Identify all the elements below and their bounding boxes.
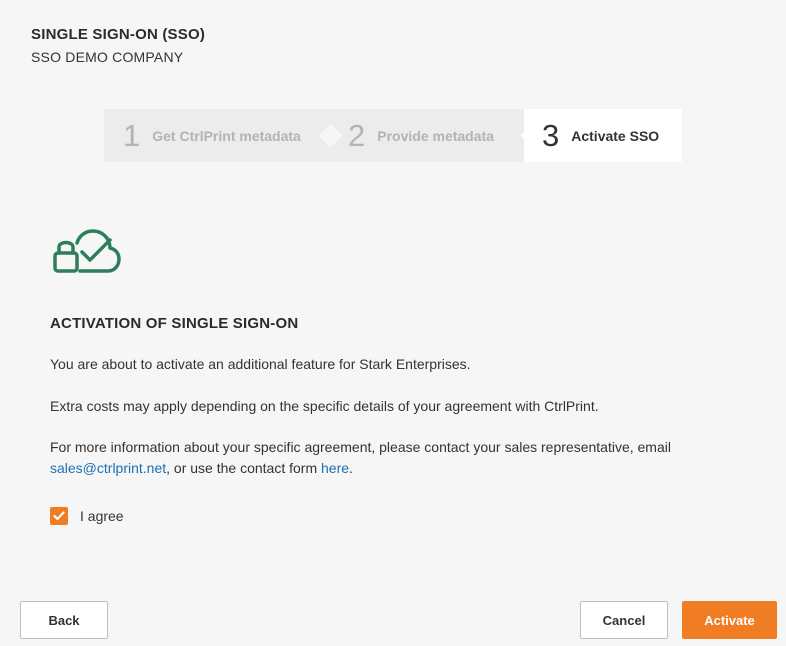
step-provide-metadata: 2 Provide metadata xyxy=(322,109,524,162)
wizard-stepper: 1 Get CtrlPrint metadata 2 Provide metad… xyxy=(104,109,682,162)
step-activate-sso: 3 Activate SSO xyxy=(524,109,682,162)
costs-paragraph: Extra costs may apply depending on the s… xyxy=(50,398,599,414)
back-button[interactable]: Back xyxy=(20,601,108,639)
contact-paragraph: For more information about your specific… xyxy=(50,437,730,479)
step-label: Activate SSO xyxy=(571,127,660,144)
contact-text: For more information about your specific… xyxy=(50,439,671,455)
agree-row: I agree xyxy=(50,507,124,525)
page-title: SINGLE SIGN-ON (SSO) xyxy=(31,26,206,43)
agree-checkbox[interactable] xyxy=(50,507,68,525)
page-header: SINGLE SIGN-ON (SSO) SSO DEMO COMPANY xyxy=(31,26,205,65)
activate-button[interactable]: Activate xyxy=(682,601,777,639)
step-number: 2 xyxy=(348,117,366,153)
step-number: 3 xyxy=(542,117,560,153)
step-label: Provide metadata xyxy=(377,127,494,144)
checkmark-icon xyxy=(53,511,65,521)
section-title: ACTIVATION OF SINGLE SIGN-ON xyxy=(50,315,299,332)
contact-text: . xyxy=(349,460,353,476)
sales-email-link[interactable]: sales@ctrlprint.net xyxy=(50,460,166,476)
step-get-metadata: 1 Get CtrlPrint metadata xyxy=(104,109,322,162)
cancel-button[interactable]: Cancel xyxy=(580,601,668,639)
cloud-lock-check-icon xyxy=(52,226,122,276)
step-number: 1 xyxy=(123,117,141,153)
agree-label[interactable]: I agree xyxy=(80,508,124,524)
step-label: Get CtrlPrint metadata xyxy=(152,127,301,144)
contact-text: , or use the contact form xyxy=(166,460,322,476)
company-name: SSO DEMO COMPANY xyxy=(31,49,184,65)
contact-form-link[interactable]: here xyxy=(321,460,349,476)
info-paragraph: You are about to activate an additional … xyxy=(50,356,471,372)
